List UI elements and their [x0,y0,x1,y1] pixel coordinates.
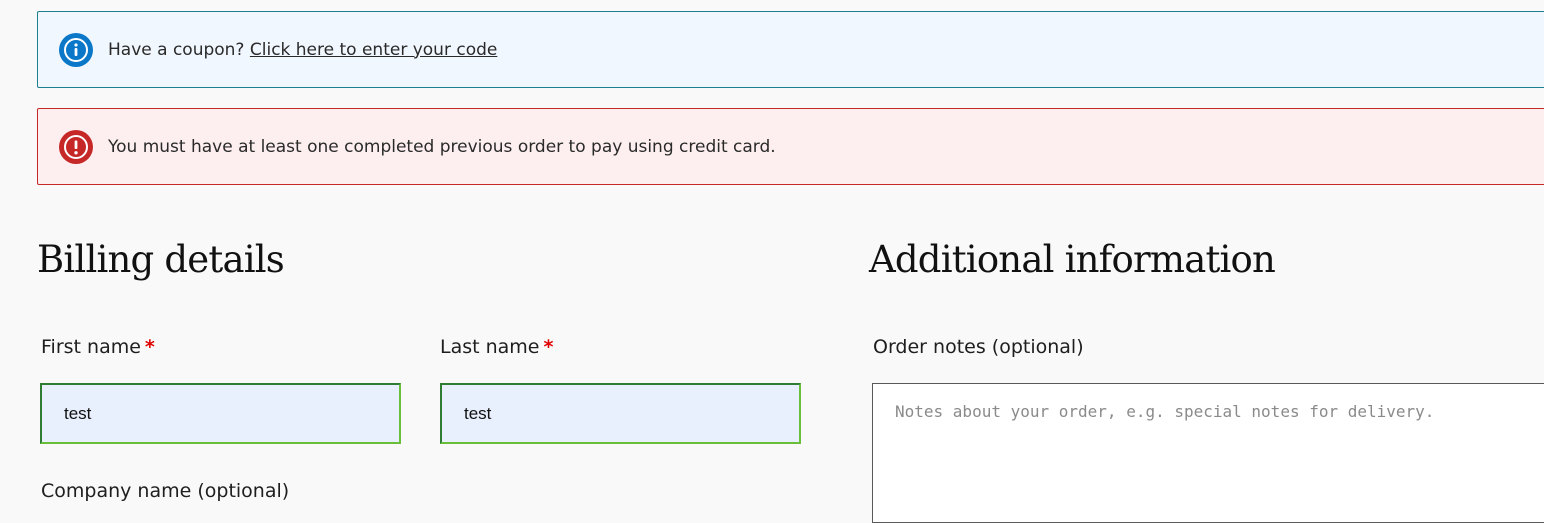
last-name-input[interactable] [440,383,801,444]
first-name-label-text: First name [41,336,141,358]
order-notes-textarea[interactable] [872,383,1544,523]
coupon-notice-text: Have a coupon? Click here to enter your … [108,40,497,60]
error-notice-text: You must have at least one completed pre… [108,136,776,157]
coupon-notice: Have a coupon? Click here to enter your … [37,11,1544,88]
last-name-label-text: Last name [440,336,540,358]
first-name-label: First name * [41,336,155,358]
enter-coupon-link[interactable]: Click here to enter your code [250,40,497,60]
last-name-label: Last name * [440,336,553,358]
required-mark: * [144,336,155,358]
billing-details-heading: Billing details [37,238,285,281]
first-name-input[interactable] [40,383,401,444]
company-name-label: Company name (optional) [41,480,290,502]
error-notice: You must have at least one completed pre… [37,108,1544,185]
order-notes-label: Order notes (optional) [873,336,1084,358]
additional-information-heading: Additional information [869,238,1276,281]
coupon-prompt: Have a coupon? [108,39,245,60]
required-mark: * [543,336,554,358]
info-icon [59,32,93,67]
error-icon [59,129,93,164]
